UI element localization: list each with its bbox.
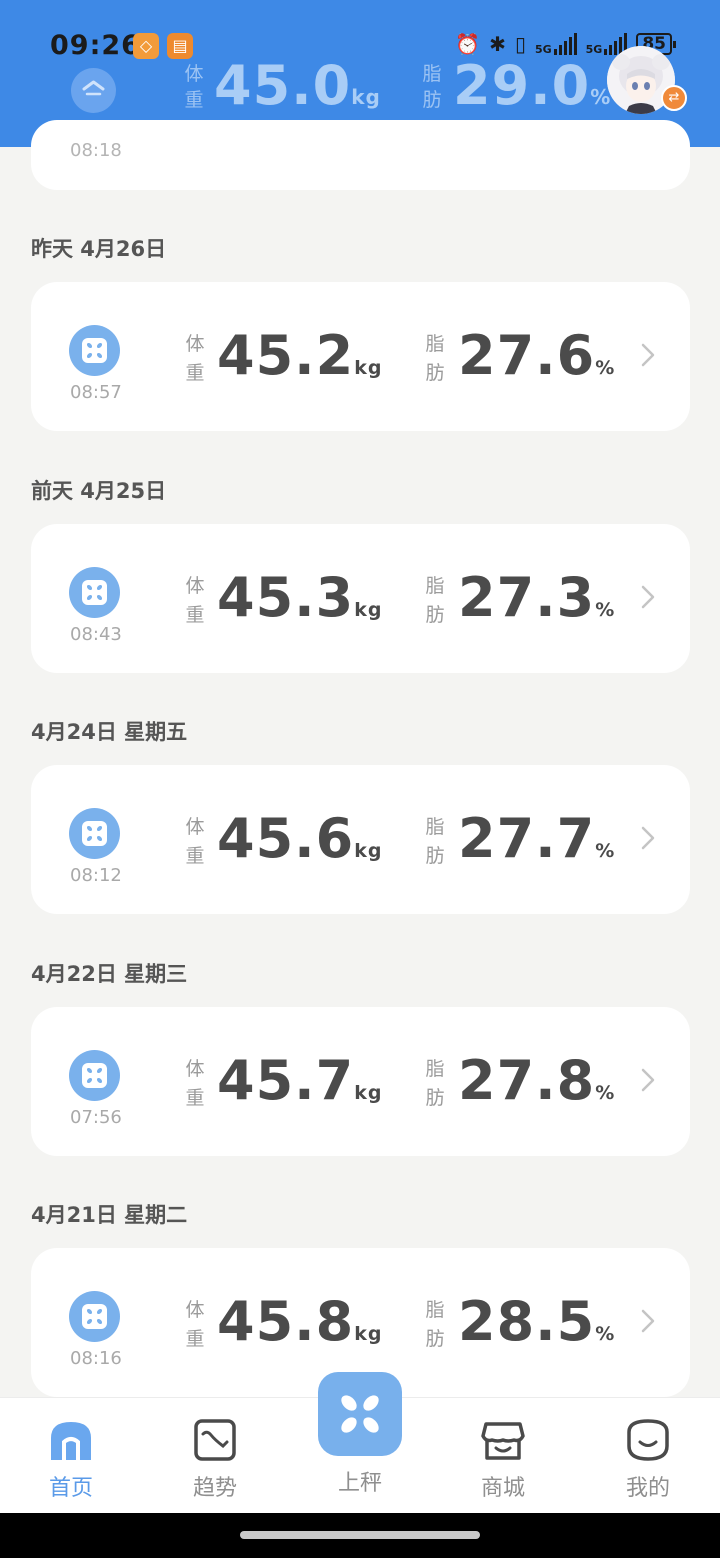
weight-label-2: 重 (185, 604, 205, 626)
weight-label-2: 重 (185, 845, 205, 867)
record-time: 08:43 (70, 624, 122, 645)
record-time: 08:16 (70, 1348, 122, 1369)
record-card[interactable]: 08:12 体重 45.6kg 脂肪 27.7% (31, 765, 690, 914)
fat-label-2: 肪 (425, 1087, 445, 1109)
record-card-partial[interactable] (31, 120, 690, 190)
weight-label-1: 体 (185, 1299, 205, 1321)
fat-label-2: 肪 (425, 1328, 445, 1350)
record-time: 08:57 (70, 382, 122, 403)
scale-device-icon (69, 567, 120, 618)
nav-trend[interactable]: 趋势 (170, 1418, 260, 1502)
collapse-button[interactable] (71, 68, 116, 113)
weigh-label: 上秤 (337, 1471, 382, 1496)
record-card[interactable]: 08:43 体重 45.3kg 脂肪 27.3% (31, 524, 690, 673)
record-date-label: 4月24日 星期五 (31, 720, 188, 744)
weight-label-2: 重 (185, 1328, 205, 1350)
nav-me[interactable]: 我的 (603, 1418, 693, 1502)
header-weight-label-2: 重 (184, 89, 204, 111)
switch-user-icon[interactable]: ⇄ (661, 85, 687, 111)
status-time: 09:26 (50, 30, 141, 61)
fat-value: 27.6% (458, 324, 616, 387)
chevron-right-icon (641, 826, 655, 850)
header-fat-value: 29.0% (453, 54, 612, 117)
fat-value: 27.8% (458, 1049, 616, 1112)
record-date-label: 4月21日 星期二 (31, 1203, 188, 1227)
record-time: 07:56 (70, 1107, 122, 1128)
signal-5g-icon-1: 5G (535, 33, 577, 55)
alarm-icon: ⏰ (455, 32, 481, 56)
scale-device-icon (69, 808, 120, 859)
header-weight-value: 45.0kg (214, 54, 381, 117)
weight-value: 45.7kg (217, 1049, 383, 1112)
fat-value: 27.7% (458, 807, 616, 870)
weight-label-1: 体 (185, 1058, 205, 1080)
header-fat-label-2: 肪 (422, 89, 442, 111)
record-card[interactable]: 07:56 体重 45.7kg 脂肪 27.8% (31, 1007, 690, 1156)
trend-icon (194, 1419, 236, 1461)
record-date-label: 4月22日 星期三 (31, 962, 188, 986)
weight-label-2: 重 (185, 362, 205, 384)
fat-value: 28.5% (458, 1290, 616, 1353)
weigh-button[interactable] (318, 1372, 402, 1456)
bluetooth-icon: ✱ (489, 32, 506, 56)
weight-label-1: 体 (185, 575, 205, 597)
fat-label-2: 肪 (425, 604, 445, 626)
fat-label-1: 脂 (425, 1299, 445, 1321)
fat-label-1: 脂 (425, 1058, 445, 1080)
weight-label-2: 重 (185, 1087, 205, 1109)
scale-device-icon (69, 325, 120, 376)
app-notification-icon-2: ▤ (167, 33, 193, 59)
scale-device-icon (69, 1050, 120, 1101)
fat-label-1: 脂 (425, 333, 445, 355)
home-icon (51, 1422, 91, 1460)
fat-label-1: 脂 (425, 816, 445, 838)
weight-label-1: 体 (185, 333, 205, 355)
chevron-right-icon (641, 1068, 655, 1092)
fat-label-2: 肪 (425, 362, 445, 384)
profile-icon (627, 1419, 669, 1461)
store-icon (481, 1422, 525, 1460)
chevron-right-icon (641, 585, 655, 609)
nav-home[interactable]: 首页 (26, 1418, 116, 1502)
scale-icon (341, 1395, 379, 1433)
home-indicator[interactable] (240, 1531, 480, 1539)
vibrate-icon: ▯ (514, 32, 526, 56)
chevron-up-icon (82, 80, 105, 96)
header-weight-label-1: 体 (184, 63, 204, 85)
record-time: 08:12 (70, 865, 122, 886)
fat-value: 27.3% (458, 566, 616, 629)
record-date-label: 昨天 4月26日 (31, 237, 167, 261)
chevron-right-icon (641, 1309, 655, 1333)
weight-value: 45.2kg (217, 324, 383, 387)
app-notification-icon-1: ◇ (133, 33, 159, 59)
nav-store[interactable]: 商城 (458, 1418, 548, 1502)
fat-label-2: 肪 (425, 845, 445, 867)
fat-label-1: 脂 (425, 575, 445, 597)
record-card[interactable]: 08:57 体重 45.2kg 脂肪 27.6% (31, 282, 690, 431)
weight-label-1: 体 (185, 816, 205, 838)
record-time-partial: 08:18 (70, 140, 122, 161)
record-date-label: 前天 4月25日 (31, 479, 167, 503)
weight-value: 45.6kg (217, 807, 383, 870)
header-fat-label-1: 脂 (422, 63, 442, 85)
weight-value: 45.3kg (217, 566, 383, 629)
scale-device-icon (69, 1291, 120, 1342)
weight-value: 45.8kg (217, 1290, 383, 1353)
chevron-right-icon (641, 343, 655, 367)
